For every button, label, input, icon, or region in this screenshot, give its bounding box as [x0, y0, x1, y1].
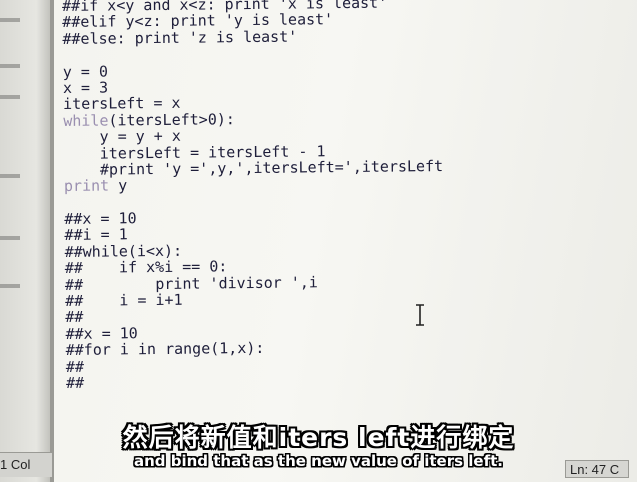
panel-divider: [0, 18, 20, 22]
code-line: ##: [65, 373, 85, 392]
code-line: #print 'y =',y,',itersLeft=',itersLeft: [63, 156, 444, 179]
panel-divider: [0, 236, 20, 240]
panel-divider: [0, 64, 20, 68]
left-panel: [0, 0, 52, 482]
code-editor[interactable]: ##if x<y and x<z: print 'x is least' ##el…: [54, 0, 637, 482]
video-frame: ##if x<y and x<z: print 'x is least' ##el…: [0, 0, 637, 482]
text-cursor-icon: [416, 304, 424, 326]
panel-divider: [0, 284, 20, 288]
code-text-area[interactable]: ##if x<y and x<z: print 'x is least' ##el…: [62, 0, 445, 392]
subtitle-chinese: 然后将新值和iters left进行绑定: [122, 423, 515, 452]
panel-divider: [0, 174, 20, 178]
panel-divider: [0, 95, 20, 99]
subtitle-english: and bind that as the new value of iters …: [133, 452, 503, 470]
